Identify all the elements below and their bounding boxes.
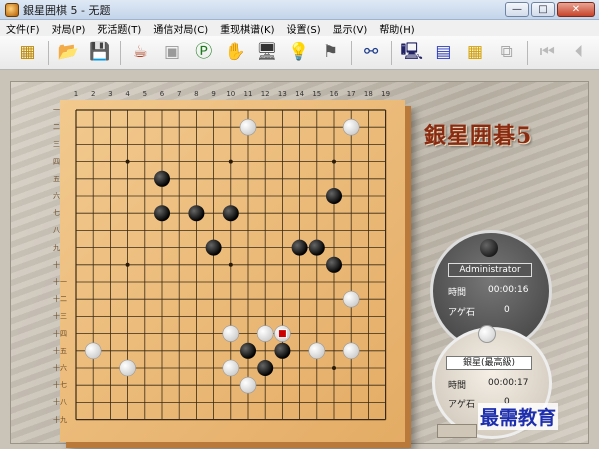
black-captures-value: 0 <box>504 305 510 315</box>
black-stone <box>326 256 342 273</box>
black-stone <box>188 205 205 222</box>
white-time-value: 00:00:17 <box>488 378 529 388</box>
white-stone <box>308 342 326 360</box>
black-stone <box>274 342 291 359</box>
white-stone <box>239 118 257 136</box>
black-stone <box>240 342 256 359</box>
white-stone <box>222 325 240 342</box>
black-stone <box>257 360 274 376</box>
white-player-name: 銀星(最高級) <box>446 356 532 370</box>
star-point <box>332 366 336 370</box>
white-captures-label: アゲ石 <box>448 400 476 410</box>
white-stone <box>342 118 360 136</box>
black-stone <box>205 239 222 256</box>
black-stone <box>308 239 325 256</box>
panel-bottom-button[interactable] <box>437 424 477 438</box>
white-time-label: 時間 <box>448 381 467 391</box>
white-stone <box>256 325 274 342</box>
star-point <box>125 159 130 164</box>
white-stone <box>342 290 360 308</box>
black-player-name: Administrator <box>448 263 532 277</box>
black-stone <box>154 170 170 187</box>
black-stone <box>326 188 342 204</box>
white-stone-icon <box>478 325 496 343</box>
white-stone <box>342 342 360 360</box>
black-stone-icon <box>480 239 498 257</box>
black-stone <box>291 239 308 256</box>
white-stone <box>119 359 136 377</box>
black-stone <box>222 205 239 222</box>
star-point <box>125 262 130 267</box>
white-stone <box>222 359 240 377</box>
black-time-label: 時間 <box>448 288 467 298</box>
app-logo-text: 銀星囲碁5 <box>424 123 533 149</box>
black-captures-label: アゲ石 <box>448 308 476 318</box>
black-stone <box>154 205 170 222</box>
star-point <box>228 262 233 267</box>
watermark-text: 最需教育 <box>478 403 559 430</box>
white-stone <box>239 376 257 394</box>
star-point <box>332 159 336 164</box>
last-move-marker <box>277 329 287 339</box>
black-time-value: 00:00:16 <box>488 285 529 295</box>
white-stone <box>84 342 102 360</box>
star-point <box>228 159 233 164</box>
